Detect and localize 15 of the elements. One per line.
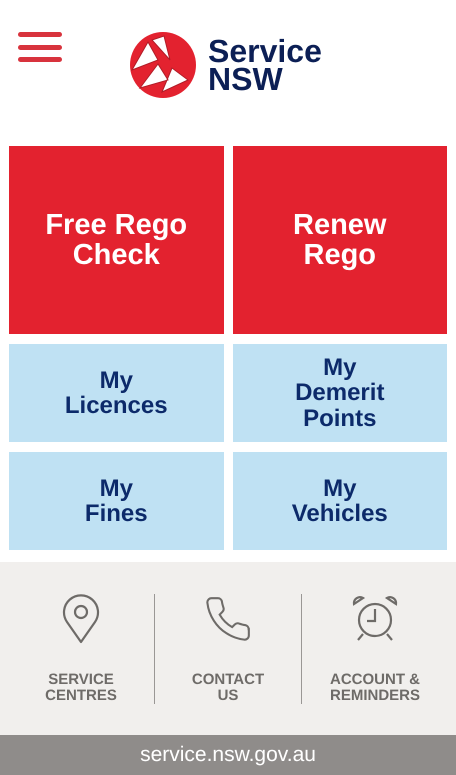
shortcut-button[interactable]: SERVICE CENTRES xyxy=(8,594,154,704)
logo-text: NSW xyxy=(208,65,283,93)
service-tile[interactable]: My Licences xyxy=(9,344,224,442)
service-tile[interactable]: My Vehicles xyxy=(232,452,447,550)
map-pin-icon xyxy=(61,594,101,644)
menu-button[interactable] xyxy=(18,30,62,64)
service-tile[interactable]: Renew Rego xyxy=(232,146,447,334)
shortcut-button[interactable]: ACCOUNT & REMINDERS xyxy=(302,594,448,704)
logo-icon xyxy=(128,30,198,100)
service-tile[interactable]: Free Rego Check xyxy=(9,146,224,334)
service-tile[interactable]: My Fines xyxy=(9,452,224,550)
service-tile[interactable]: My Demerit Points xyxy=(232,344,447,442)
logo-text: Service xyxy=(208,37,322,65)
alarm-clock-icon xyxy=(350,594,400,644)
shortcut-button[interactable]: CONTACT US xyxy=(155,594,301,704)
